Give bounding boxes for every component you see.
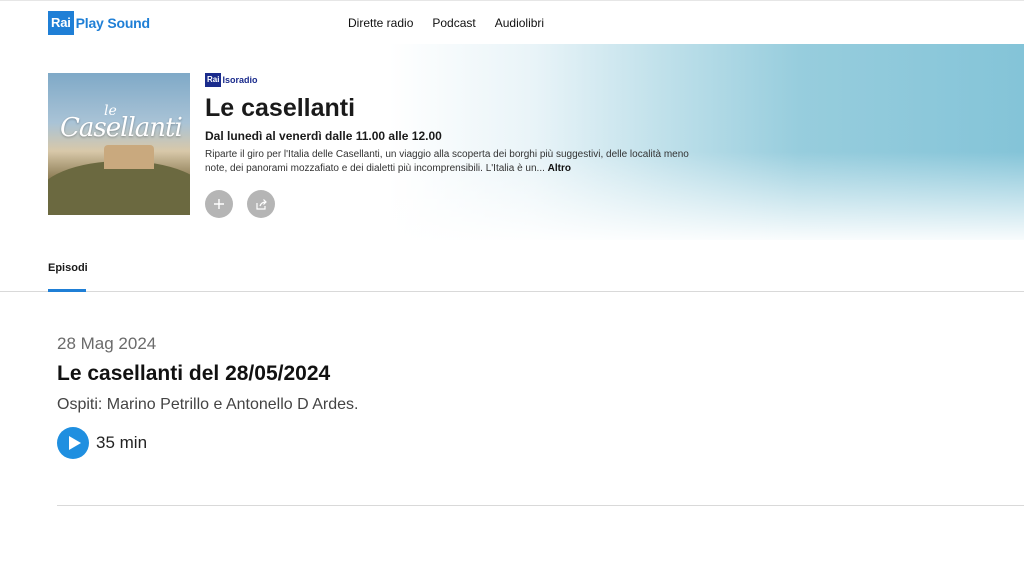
logo-rai-mark: Rai bbox=[48, 11, 74, 35]
nav-item-audiolibri[interactable]: Audiolibri bbox=[495, 16, 544, 30]
channel-logo: Rai Isoradio bbox=[205, 73, 705, 87]
episode-title[interactable]: Le casellanti del 28/05/2024 bbox=[57, 362, 1024, 386]
content-tabs: Episodi bbox=[0, 240, 1024, 292]
show-hero: le Casellanti Rai Isoradio Le casellanti… bbox=[0, 44, 1024, 240]
cover-town-shape bbox=[104, 145, 154, 169]
cover-title-text: Casellanti bbox=[60, 113, 183, 143]
play-button[interactable] bbox=[57, 427, 89, 459]
active-tab-indicator bbox=[48, 289, 86, 292]
show-title: Le casellanti bbox=[205, 94, 356, 122]
episode-player-row: 35 min bbox=[57, 427, 1024, 459]
episode-divider bbox=[57, 505, 1024, 506]
channel-logo-rai: Rai bbox=[205, 73, 222, 87]
show-cover-image: le Casellanti bbox=[48, 73, 190, 215]
nav-item-podcast[interactable]: Podcast bbox=[432, 16, 475, 30]
show-info: Rai Isoradio Le casellanti Dal lunedì al… bbox=[205, 73, 705, 218]
nav-item-dirette-radio[interactable]: Dirette radio bbox=[348, 16, 413, 30]
raiplaysound-logo[interactable]: Rai Play Sound bbox=[48, 11, 150, 35]
share-button[interactable] bbox=[247, 190, 275, 218]
episode-item[interactable]: 28 Mag 2024 Le casellanti del 28/05/2024… bbox=[57, 334, 1024, 459]
show-description-text: Riparte il giro per l'Italia delle Casel… bbox=[205, 149, 689, 174]
episode-date: 28 Mag 2024 bbox=[57, 334, 157, 353]
share-icon bbox=[255, 198, 267, 210]
show-schedule: Dal lunedì al venerdì dalle 11.00 alle 1… bbox=[205, 129, 442, 143]
channel-logo-name: Isoradio bbox=[222, 75, 258, 85]
play-icon bbox=[68, 436, 81, 450]
main-nav: Dirette radio Podcast Audiolibri bbox=[348, 16, 544, 30]
logo-wordmark: Play Sound bbox=[75, 15, 150, 31]
show-description: Riparte il giro per l'Italia delle Casel… bbox=[205, 148, 705, 176]
read-more-link[interactable]: Altro bbox=[548, 163, 571, 174]
episode-description: Ospiti: Marino Petrillo e Antonello D Ar… bbox=[57, 396, 359, 413]
tab-episodi[interactable]: Episodi bbox=[48, 262, 88, 274]
episode-duration: 35 min bbox=[96, 433, 148, 452]
add-to-favorites-button[interactable] bbox=[205, 190, 233, 218]
top-navigation: Rai Play Sound Dirette radio Podcast Aud… bbox=[0, 0, 1024, 44]
show-actions bbox=[205, 190, 705, 218]
cover-hill-shape bbox=[48, 161, 190, 215]
plus-icon bbox=[214, 199, 224, 209]
